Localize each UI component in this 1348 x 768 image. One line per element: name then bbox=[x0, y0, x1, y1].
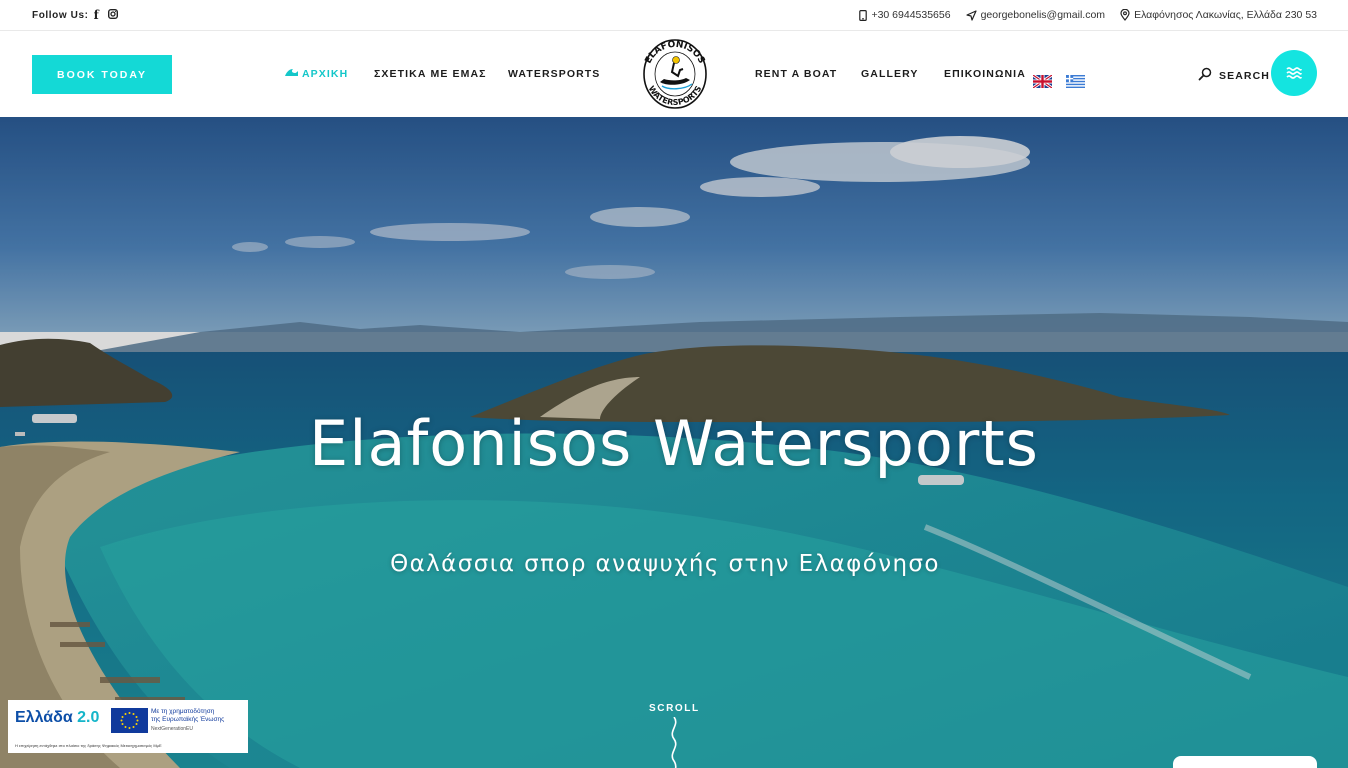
nav-home-label: ΑΡΧΙΚΗ bbox=[302, 68, 349, 80]
greece-version: 2.0 bbox=[77, 709, 100, 726]
eu-funding-line1: Με τη χρηματοδότηση bbox=[151, 708, 215, 715]
chat-widget-tab[interactable] bbox=[1173, 756, 1317, 768]
address-text[interactable]: Ελαφόνησος Λακωνίας, Ελλάδα 230 53 bbox=[1134, 9, 1317, 21]
search-icon bbox=[1198, 67, 1212, 84]
nav-gallery[interactable]: GALLERY bbox=[861, 68, 918, 80]
eu-funding-text: Με τη χρηματοδότηση της Ευρωπαϊκής Ένωση… bbox=[151, 708, 224, 724]
address-item[interactable]: Ελαφόνησος Λακωνίας, Ελλάδα 230 53 bbox=[1120, 9, 1317, 21]
social-follow: Follow Us: f bbox=[32, 8, 119, 22]
greece-label: Ελλάδα bbox=[15, 709, 73, 726]
phone-number[interactable]: +30 6944535656 bbox=[871, 9, 950, 21]
nav-home[interactable]: ΑΡΧΙΚΗ bbox=[285, 68, 348, 80]
book-today-button[interactable]: BOOK TODAY bbox=[32, 55, 172, 94]
nav-rent-a-boat[interactable]: RENT A BOAT bbox=[755, 68, 837, 80]
search-toggle[interactable]: SEARCH bbox=[1198, 67, 1270, 84]
top-bar: Follow Us: f +30 6944535656 georgeboneli… bbox=[0, 0, 1348, 31]
email-address[interactable]: georgebonelis@gmail.com bbox=[981, 9, 1105, 21]
scroll-wave-icon[interactable] bbox=[664, 716, 684, 768]
nav-about[interactable]: ΣΧΕΤΙΚΑ ΜΕ ΕΜΑΣ bbox=[374, 68, 487, 80]
nav-contact[interactable]: ΕΠΙΚΟΙΝΩΝΙΑ bbox=[944, 68, 1026, 80]
contact-info: +30 6944535656 georgebonelis@gmail.com Ε… bbox=[859, 9, 1317, 21]
eu-badge-footer: Η επιχείρηση εντάχθηκε στο πλαίσιο της δ… bbox=[15, 743, 162, 748]
follow-label: Follow Us: bbox=[32, 9, 89, 21]
main-header: BOOK TODAY ΑΡΧΙΚΗ ΣΧΕΤΙΚΑ ΜΕ ΕΜΑΣ WATERS… bbox=[0, 31, 1348, 117]
site-logo[interactable]: ELAFONISOS WATERSPORTS bbox=[640, 36, 710, 112]
greece-2-logo: Ελλάδα 2.0 bbox=[15, 709, 99, 727]
eu-flag-icon bbox=[111, 708, 148, 733]
facebook-icon[interactable]: f bbox=[94, 8, 100, 22]
eu-funding-line2: της Ευρωπαϊκής Ένωσης bbox=[151, 716, 225, 723]
nav-watersports[interactable]: WATERSPORTS bbox=[508, 68, 600, 80]
phone-icon bbox=[859, 9, 868, 21]
phone-item[interactable]: +30 6944535656 bbox=[859, 9, 951, 21]
search-label: SEARCH bbox=[1219, 69, 1270, 82]
email-item[interactable]: georgebonelis@gmail.com bbox=[965, 9, 1105, 21]
hero-title: Elafonisos Watersports bbox=[309, 407, 1039, 480]
waves-menu-icon bbox=[1286, 63, 1302, 84]
location-pin-icon bbox=[1120, 9, 1130, 21]
instagram-icon[interactable] bbox=[108, 8, 119, 22]
nextgen-text: NextGenerationEU bbox=[151, 726, 193, 732]
scroll-label[interactable]: SCROLL bbox=[649, 703, 699, 714]
send-icon bbox=[965, 9, 977, 21]
menu-button[interactable] bbox=[1271, 50, 1317, 96]
wave-icon bbox=[285, 68, 298, 80]
hero-subtitle: Θαλάσσια σπορ αναψυχής στην Ελαφόνησο bbox=[390, 551, 940, 577]
hero-section: Elafonisos Watersports Θαλάσσια σπορ ανα… bbox=[0, 117, 1348, 768]
eu-funding-badge[interactable]: Ελλάδα 2.0 Με τη χρηματοδότηση της Ευρωπ… bbox=[8, 700, 248, 753]
uk-flag-icon[interactable] bbox=[1033, 75, 1052, 88]
greek-flag-icon[interactable] bbox=[1066, 75, 1085, 88]
